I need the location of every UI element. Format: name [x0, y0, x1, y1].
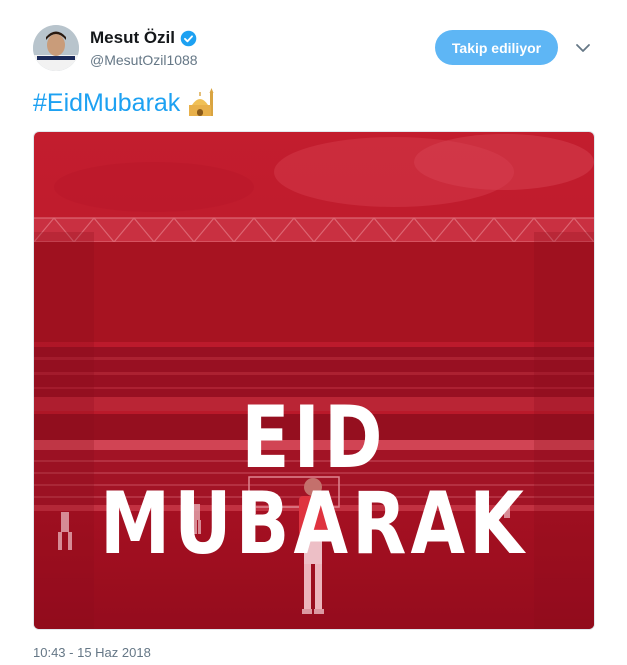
eid-mubarak-overlay-text: EID MUBARAK: [99, 388, 528, 574]
avatar[interactable]: [33, 25, 79, 71]
author-handle[interactable]: @MesutOzil1088: [90, 52, 198, 68]
tweet-timestamp[interactable]: 10:43 - 15 Haz 2018: [33, 645, 151, 660]
verified-badge-icon: [180, 30, 197, 47]
chevron-down-icon[interactable]: [575, 40, 591, 56]
tweet-image[interactable]: EID MUBARAK: [33, 131, 595, 630]
author-name-row[interactable]: Mesut Özil: [90, 28, 197, 48]
author-name[interactable]: Mesut Özil: [90, 28, 175, 48]
tweet-text: #EidMubarak: [33, 88, 216, 118]
hashtag-link[interactable]: #EidMubarak: [33, 89, 180, 118]
following-button[interactable]: Takip ediliyor: [435, 30, 558, 65]
mosque-icon: [188, 88, 216, 118]
